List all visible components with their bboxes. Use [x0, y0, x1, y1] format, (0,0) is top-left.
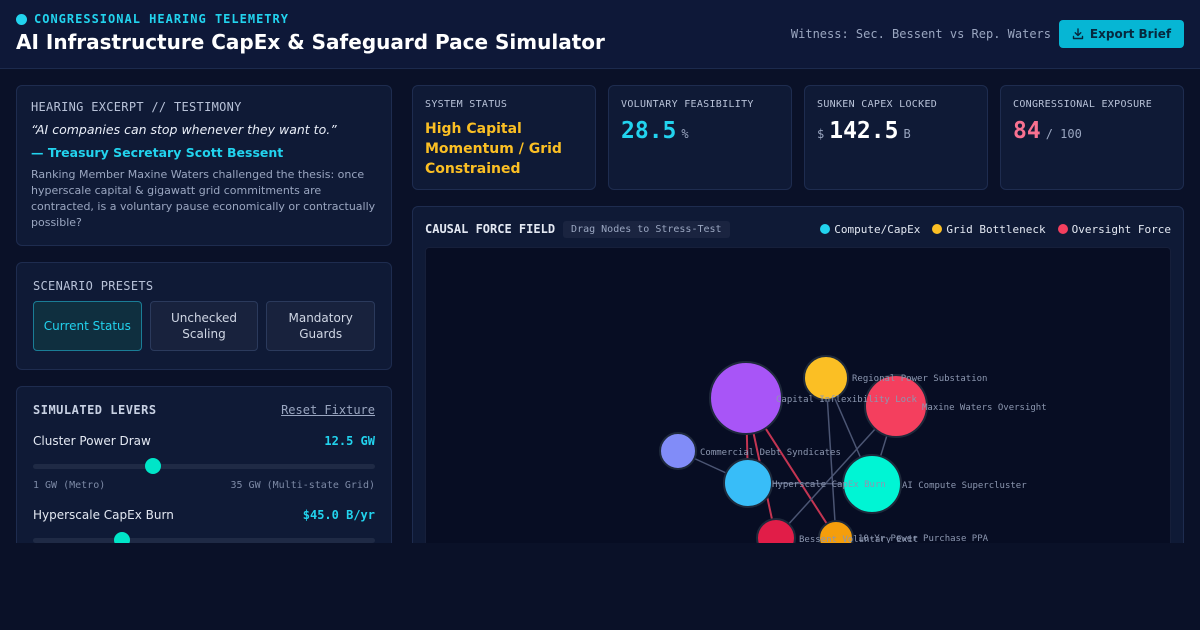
system-status-value: High Capital Momentum / Grid Constrained	[425, 121, 562, 177]
legend-label: Grid Bottleneck	[946, 222, 1046, 236]
legend-dot-icon	[820, 224, 831, 234]
node-maxine-waters-oversight[interactable]	[864, 374, 928, 438]
node-hyperscale-capex-burn[interactable]	[723, 458, 773, 508]
lever-cluster-power-draw: Cluster Power Draw 12.5 GW 1 GW (Metro) …	[33, 434, 375, 491]
testimony-quote: “AI companies can stop whenever they wan…	[31, 122, 337, 137]
quote-attribution: — Treasury Secretary Scott Bessent	[31, 145, 284, 160]
cluster-power-slider[interactable]	[33, 456, 375, 476]
node-commercial-debt-syndicates[interactable]	[659, 432, 697, 470]
levers-header: SIMULATED LEVERS Reset Fixture	[33, 403, 375, 417]
node-regional-power-substation[interactable]	[803, 355, 849, 401]
node-label: Hyperscale CapEx Burn	[772, 480, 886, 490]
force-graph[interactable]: Capital Inflexibility Lock Regional Powe…	[426, 248, 1171, 557]
excerpt-body: Ranking Member Maxine Waters challenged …	[31, 168, 376, 229]
force-field-header: CAUSAL FORCE FIELD Drag Nodes to Stress-…	[425, 219, 1171, 239]
card-label: CONGRESSIONAL EXPOSURE	[1013, 99, 1153, 110]
voluntary-feasibility-card: VOLUNTARY FEASIBILITY 28.5 %	[608, 85, 792, 190]
export-brief-label: Export Brief	[1089, 27, 1172, 41]
legend-dot-icon	[1057, 224, 1068, 234]
eyebrow-text: CONGRESSIONAL HEARING TELEMETRY	[34, 12, 289, 26]
preset-unchecked-scaling-button[interactable]: Unchecked Scaling	[149, 301, 259, 351]
slider-thumb[interactable]	[144, 458, 161, 474]
witness-label: Witness: Sec. Bessent vs Rep. Waters	[790, 27, 1051, 41]
legend-label: Compute/CapEx	[834, 222, 921, 236]
exposure-value: 84	[1013, 118, 1041, 144]
system-status-card: SYSTEM STATUS High Capital Momentum / Gr…	[412, 85, 596, 190]
lever-name: Cluster Power Draw	[33, 434, 151, 448]
node-label: Capital Inflexibility Lock	[776, 395, 917, 405]
force-field-title: CAUSAL FORCE FIELD	[425, 222, 556, 236]
levers-title: SIMULATED LEVERS	[33, 403, 157, 417]
congressional-exposure-card: CONGRESSIONAL EXPOSURE 84 / 100	[1000, 85, 1184, 190]
preset-current-status-button[interactable]: Current Status	[33, 301, 142, 351]
legend-label: Oversight Force	[1071, 222, 1171, 236]
capex-unit: B	[903, 127, 911, 141]
lever-value: $45.0 B/yr	[302, 508, 375, 522]
node-label: Regional Power Substation	[852, 374, 987, 384]
app-header: CONGRESSIONAL HEARING TELEMETRY AI Infra…	[0, 0, 1200, 69]
live-indicator-icon	[16, 13, 27, 25]
preset-mandatory-guards-button[interactable]: Mandatory Guards	[266, 301, 376, 351]
download-icon	[1072, 28, 1084, 40]
hearing-excerpt-panel: HEARING EXCERPT // TESTIMONY “AI compani…	[16, 85, 392, 246]
node-label: Commercial Debt Syndicates	[700, 448, 841, 458]
force-field-legend: Compute/CapEx Grid Bottleneck Oversight …	[820, 223, 1171, 236]
force-field-hint: Drag Nodes to Stress-Test	[563, 220, 730, 238]
feasibility-value: 28.5	[621, 118, 677, 144]
exposure-unit: / 100	[1045, 127, 1082, 141]
legend-compute-capex: Compute/CapEx	[820, 223, 920, 236]
page-title: AI Infrastructure CapEx & Safeguard Pace…	[16, 30, 605, 54]
node-label: AI Compute Supercluster	[902, 481, 1027, 491]
slider-min-label: 1 GW (Metro)	[33, 480, 106, 491]
sunken-capex-card: SUNKEN CAPEX LOCKED $ 142.5 B	[804, 85, 988, 190]
node-capital-inflexibility-lock[interactable]	[709, 361, 783, 435]
legend-dot-icon	[932, 224, 943, 234]
card-label: VOLUNTARY FEASIBILITY	[621, 99, 754, 110]
slider-track[interactable]	[33, 464, 375, 469]
legend-oversight-force: Oversight Force	[1057, 222, 1171, 236]
lever-name: Hyperscale CapEx Burn	[33, 508, 174, 522]
viewport-bottom-area	[0, 543, 1200, 630]
node-label: Maxine Waters Oversight	[922, 403, 1047, 413]
capex-value: 142.5	[829, 118, 899, 144]
export-brief-button[interactable]: Export Brief	[1059, 20, 1184, 48]
lever-value: 12.5 GW	[324, 434, 375, 448]
card-label: SYSTEM STATUS	[425, 99, 508, 110]
preset-button-row: Current Status Unchecked Scaling Mandato…	[33, 301, 376, 351]
scenario-presets-panel: SCENARIO PRESETS Current Status Unchecke…	[16, 262, 392, 370]
feasibility-unit: %	[681, 127, 689, 141]
legend-grid-bottleneck: Grid Bottleneck	[932, 222, 1046, 236]
reset-fixture-link[interactable]: Reset Fixture	[281, 403, 375, 417]
force-field-canvas[interactable]: Capital Inflexibility Lock Regional Powe…	[425, 247, 1171, 557]
card-label: SUNKEN CAPEX LOCKED	[817, 99, 938, 110]
header-eyebrow: CONGRESSIONAL HEARING TELEMETRY	[16, 12, 289, 26]
slider-max-label: 35 GW (Multi-state Grid)	[230, 480, 376, 491]
presets-label: SCENARIO PRESETS	[33, 279, 154, 293]
excerpt-label: HEARING EXCERPT // TESTIMONY	[31, 100, 242, 114]
causal-force-field-panel: CAUSAL FORCE FIELD Drag Nodes to Stress-…	[412, 206, 1184, 566]
capex-prefix: $	[817, 127, 825, 141]
